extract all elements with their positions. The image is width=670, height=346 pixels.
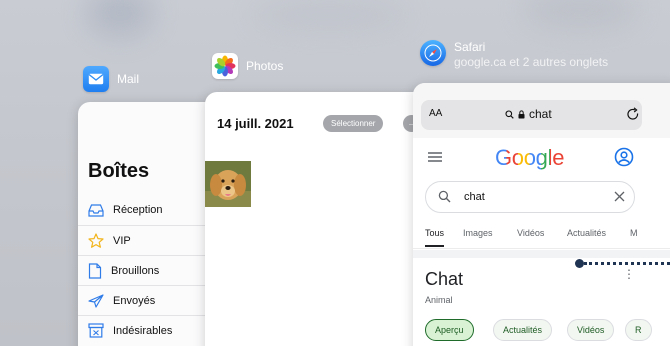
compass-icon	[420, 40, 446, 66]
mail-app-header[interactable]: Mail	[83, 66, 139, 92]
photos-app-header[interactable]: Photos	[212, 53, 283, 79]
tab-news[interactable]: Actualités	[567, 228, 606, 238]
mail-envelope-icon	[83, 66, 109, 92]
mail-app-name: Mail	[117, 72, 140, 86]
tab-videos[interactable]: Vidéos	[517, 228, 544, 238]
chip-more[interactable]: R	[625, 319, 652, 341]
safari-app-name: Safari	[454, 40, 486, 54]
reader-options-button[interactable]: AA	[429, 108, 442, 119]
safari-tabs-subtitle: google.ca et 2 autres onglets	[454, 55, 609, 69]
mailboxes-title: Boîtes	[88, 160, 150, 182]
address-query: chat	[529, 107, 552, 121]
photos-app-name: Photos	[246, 59, 284, 73]
mailbox-label: VIP	[113, 234, 131, 247]
safari-app-card[interactable]: AA chat Google chat Tous Images Vidéos A…	[413, 83, 670, 346]
mailbox-label: Brouillons	[111, 264, 160, 277]
knowledge-panel-more-icon[interactable]: ⋮	[623, 268, 635, 280]
address-text: chat	[505, 107, 552, 121]
account-icon[interactable]	[614, 147, 634, 167]
photos-app-card[interactable]: 14 juill. 2021 Sélectionner ···	[205, 92, 435, 346]
menu-icon[interactable]	[428, 152, 442, 162]
knowledge-panel-title: Chat	[425, 269, 464, 289]
annotation-line	[584, 262, 670, 265]
section-divider	[413, 250, 670, 258]
annotation-dot	[575, 259, 584, 268]
tab-more[interactable]: M	[630, 228, 638, 238]
search-query-text: chat	[464, 191, 485, 203]
google-logo-text: Google	[495, 145, 565, 170]
mailbox-label: Réception	[113, 204, 163, 216]
search-icon	[438, 190, 451, 203]
search-tabs: Tous Images Vidéos Actualités M	[413, 221, 670, 249]
inbox-tray-icon	[88, 203, 104, 217]
clear-icon[interactable]	[614, 191, 625, 202]
tab-images[interactable]: Images	[463, 228, 493, 238]
search-icon	[505, 109, 514, 119]
mailbox-label: Envoyés	[113, 294, 156, 307]
google-header: Google	[413, 138, 670, 178]
google-logo[interactable]: Google	[495, 145, 564, 171]
paper-plane-icon	[88, 293, 104, 308]
star-icon	[88, 233, 104, 248]
knowledge-panel-subtitle: Animal	[425, 295, 453, 305]
photos-flower-icon	[212, 53, 238, 79]
safari-app-header[interactable]: Safari google.ca et 2 autres onglets	[420, 40, 608, 70]
chip-overview[interactable]: Aperçu	[425, 319, 474, 341]
chip-news[interactable]: Actualités	[493, 319, 553, 341]
photo-thumbnail-dog[interactable]	[205, 161, 251, 207]
google-search-box[interactable]: chat	[425, 181, 635, 213]
tab-all[interactable]: Tous	[425, 228, 445, 247]
safari-toolbar: AA chat	[413, 83, 670, 138]
wallpaper-blob	[85, 0, 155, 38]
photos-date-heading: 14 juill. 2021	[217, 116, 294, 131]
mailbox-label: Indésirables	[113, 324, 173, 337]
junk-bin-icon	[88, 323, 104, 338]
select-button[interactable]: Sélectionner	[323, 115, 384, 132]
reload-icon[interactable]	[626, 107, 640, 122]
wallpaper-blob	[250, 0, 410, 30]
chip-videos[interactable]: Vidéos	[567, 319, 615, 341]
wallpaper-blob	[520, 0, 640, 30]
address-bar[interactable]: AA chat	[421, 100, 642, 130]
draft-document-icon	[88, 262, 102, 279]
lock-icon	[518, 109, 525, 118]
